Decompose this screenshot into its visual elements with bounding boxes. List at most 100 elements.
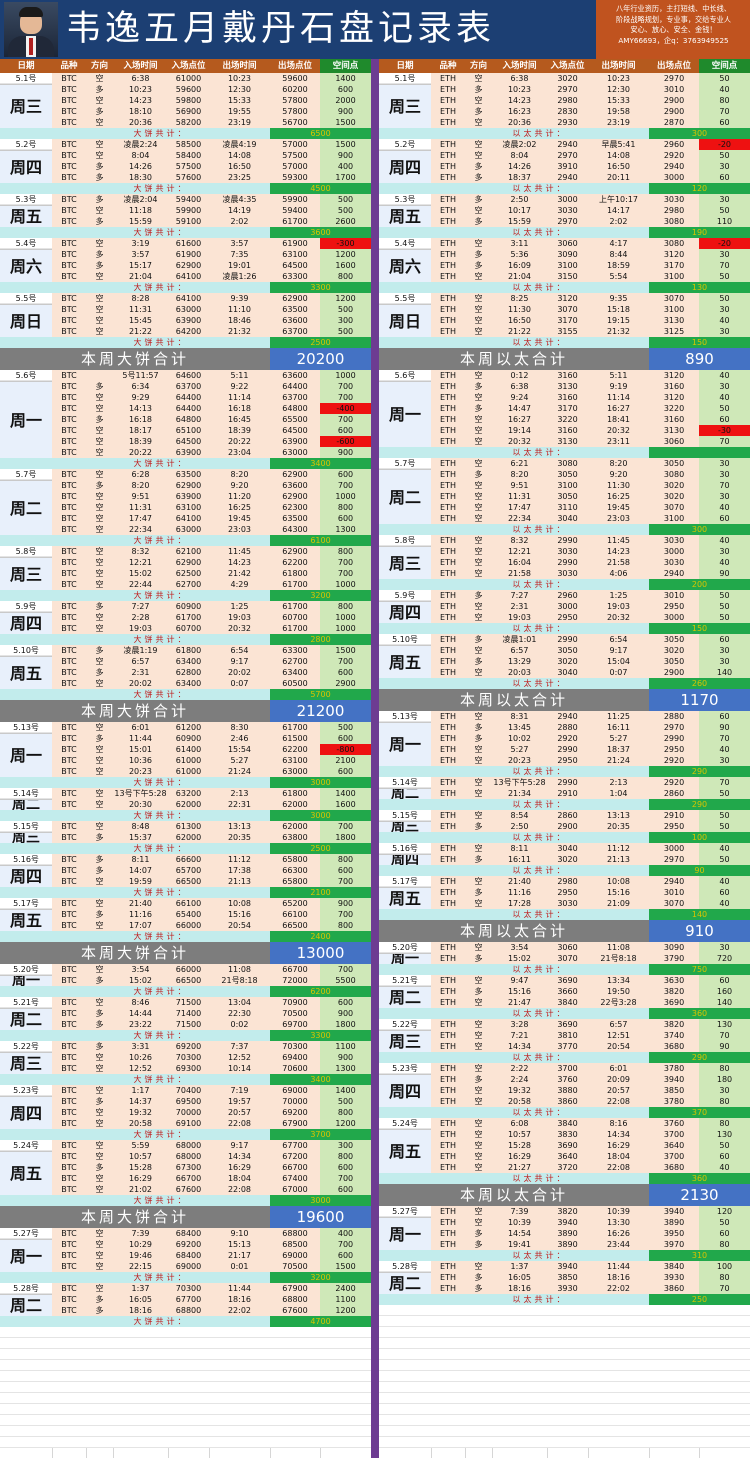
trade-cell: 68800 [270,1294,320,1305]
trade-cell: 18:39 [113,436,168,447]
trade-cell: 8:20 [113,480,168,491]
empty-row [379,1327,750,1338]
trade-cell: 3940 [649,1206,699,1217]
trade-cell: 3830 [547,1129,588,1140]
trade-cell: 16:29 [209,1162,270,1173]
profit-points: 40 [699,876,750,887]
trade-cell: 2940 [547,711,588,722]
trade-cell: 3080 [547,458,588,469]
profit-points: 1600 [320,260,371,271]
trade-row: ETH 空 14:34 3770 20:54 3680 90 [379,1041,750,1052]
trade-cell: 63100 [270,755,320,766]
trade-cell: 凌晨2:04 [113,194,168,205]
trade-row: 5.24号 ETH 空 6:08 3840 8:16 3760 80 [379,1118,750,1129]
trade-cell: 6:38 [492,381,547,392]
subtotal-value: 3400 [270,1074,371,1085]
trade-row: ETH 空 21:58 3030 4:06 2940 90 [379,568,750,579]
profit-points: -30 [699,425,750,436]
trade-cell: 4:29 [209,579,270,590]
trade-cell: 3090 [547,249,588,260]
trade-cell: 18:16 [588,1272,649,1283]
subtotal-row: 以太共计： 750 [379,964,750,975]
trade-cell: 65800 [270,854,320,865]
trade-cell: 63700 [270,326,320,337]
trade-cell: BTC [52,238,86,249]
trade-cell: 空 [465,612,492,623]
subtotal-row: 大饼共计： 2500 [0,843,371,854]
subtotal-label: 以太共计： [512,525,568,534]
subtotal-row: 大饼共计： 2100 [0,887,371,898]
trade-cell: 18:39 [209,425,270,436]
week-total-value: 13000 [270,942,371,964]
trade-cell: 8:04 [492,150,547,161]
trade-cell: 16:27 [492,414,547,425]
trade-cell: 2970 [547,84,588,95]
trade-cell: ETH [431,139,465,150]
trade-cell: 13:04 [209,997,270,1008]
trade-cell: 空 [465,480,492,491]
trade-cell: 22:44 [113,579,168,590]
subtotal-value: 290 [649,799,750,810]
trade-cell: 13:45 [492,722,547,733]
trade-cell: 空 [86,238,113,249]
trade-cell: BTC [52,1107,86,1118]
trade-cell: 2970 [547,216,588,227]
trade-cell: ETH [431,1228,465,1239]
trade-cell: 多 [86,645,113,656]
trade-cell: 3030 [547,898,588,909]
trade-cell: 18:04 [209,1173,270,1184]
trade-cell: 20:23 [113,766,168,777]
trade-cell: 16:29 [492,1151,547,1162]
profit-points: 50 [699,403,750,414]
trade-cell: 8:11 [492,843,547,854]
subtotal-label: 以太共计： [512,866,568,875]
empty-row [0,1382,371,1393]
trade-cell: 59400 [168,194,209,205]
trade-cell: 11:08 [588,942,649,953]
subtotal-row: 大饼共计： 3000 [0,777,371,788]
trade-cell: 13:34 [588,975,649,986]
trade-cell: 10:08 [209,898,270,909]
weekday-cell: 周一 [379,381,431,447]
trade-cell: 64400 [168,392,209,403]
trade-cell: 2:02 [209,216,270,227]
trade-cell: 23:44 [588,1239,649,1250]
subtotal-label: 以太共计： [512,624,568,633]
trade-cell: 15:02 [113,975,168,986]
weekday-cell: 周三 [379,84,431,128]
trade-cell: BTC [52,854,86,865]
subtotal-row: 大饼共计： 4700 [0,1316,371,1327]
trade-cell: 3050 [649,634,699,645]
trade-row: BTC 多 8:20 62900 9:20 63600 700 [0,480,371,491]
trade-cell: 62300 [270,502,320,513]
trade-cell: 21:40 [492,876,547,887]
trade-cell: 59100 [168,216,209,227]
trade-cell: 2870 [649,117,699,128]
trade-row: BTC 空 16:29 66700 18:04 67400 700 [0,1173,371,1184]
trade-cell: 1:04 [588,788,649,799]
trade-cell: 12:21 [492,546,547,557]
trade-cell: 63600 [270,480,320,491]
info-line: 阶段战略规划，专业事，交给专业人 [615,14,731,24]
weekday-cell: 周三 [0,84,52,128]
trade-row: ETH 多 2:24 3760 20:09 3940 180 [379,1074,750,1085]
trade-cell: 61400 [168,744,209,755]
subtotal-label: 以太共计： [512,965,568,974]
trade-cell: 8:30 [209,722,270,733]
eth-table: 日期 品种 方向 入场时间 入场点位 出场时间 出场点位 空间点 5.1号 ETH 空 6:38 302… [379,59,750,1458]
trade-cell: BTC [52,469,86,480]
trade-cell: 19:32 [113,1107,168,1118]
profit-points: 300 [320,1140,371,1151]
trade-cell: 21:24 [588,755,649,766]
trade-cell: 15:16 [492,986,547,997]
trade-cell: 63400 [168,678,209,689]
trade-cell: 8:48 [113,821,168,832]
subtotal-label: 以太共计： [512,448,568,457]
trade-row: ETH 多 18:37 2940 20:11 3000 60 [379,172,750,183]
profit-points: 50 [699,612,750,623]
trade-row: 5.9号 ETH 多 7:27 2960 1:25 3010 50 [379,590,750,601]
empty-row [379,1426,750,1437]
trade-cell: ETH [431,656,465,667]
profit-points: 80 [699,95,750,106]
trade-cell: ETH [431,161,465,172]
